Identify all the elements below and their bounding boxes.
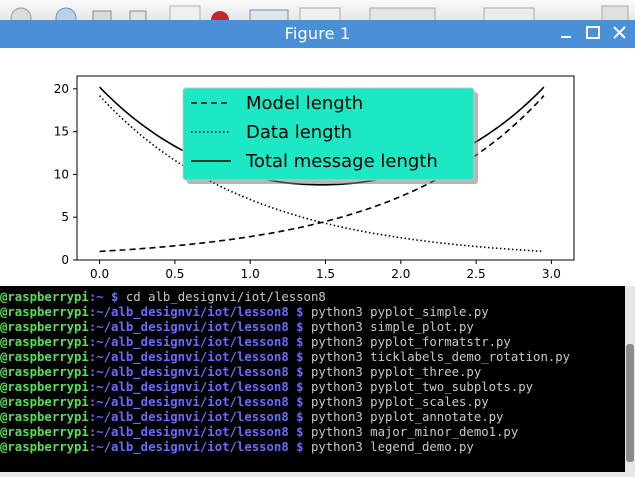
terminal-command: python3 legend_demo.py [303,440,474,454]
x-tick-label: 0.5 [165,267,184,281]
window-thumb[interactable] [249,9,289,20]
terminal-command: python3 ticklabels_demo_rotation.py [303,350,571,364]
terminal-command: cd alb_designvi/iot/lesson8 [118,290,326,304]
terminal-command: python3 pyplot_two_subplots.py [303,380,534,394]
app-icon[interactable] [169,5,201,20]
folder-icon[interactable] [92,10,112,20]
y-tick-label: 5 [61,210,69,224]
window-titlebar[interactable]: Figure 1 [0,20,635,48]
terminal-line: @raspberrypi:~/alb_designvi/iot/lesson8 … [0,305,489,320]
terminal-line: @raspberrypi:~/alb_designvi/iot/lesson8 … [0,365,481,380]
terminal-prompt-path: :~/alb_designvi/iot/lesson8 $ [88,305,304,319]
terminal-user: @raspberrypi [0,410,89,424]
window-thumb[interactable] [299,7,341,20]
x-tick-label: 1.0 [241,267,260,281]
legend-label: Model length [246,93,363,114]
terminal-line: @raspberrypi:~ $ cd alb_designvi/iot/les… [0,290,326,305]
terminal-bottom-edge [0,472,635,477]
terminal-icon[interactable] [129,10,147,20]
terminal-line: @raspberrypi:~/alb_designvi/iot/lesson8 … [0,380,533,395]
terminal-command: python3 pyplot_simple.py [303,305,489,319]
maximize-icon [586,26,600,39]
minimize-button[interactable] [556,24,576,42]
terminal-line: @raspberrypi:~/alb_designvi/iot/lesson8 … [0,410,503,425]
terminal-user: @raspberrypi [0,320,89,334]
terminal-user: @raspberrypi [0,290,89,304]
terminal-prompt-path: :~/alb_designvi/iot/lesson8 $ [88,425,304,439]
terminal-line: @raspberrypi:~/alb_designvi/iot/lesson8 … [0,320,474,335]
globe-icon[interactable] [55,7,77,20]
terminal-prompt-path: :~/alb_designvi/iot/lesson8 $ [88,440,304,454]
terminal-user: @raspberrypi [0,365,89,379]
terminal-prompt-path: :~/alb_designvi/iot/lesson8 $ [88,335,304,349]
terminal-line: @raspberrypi:~/alb_designvi/iot/lesson8 … [0,425,518,440]
terminal-prompt-path: :~ $ [88,290,119,304]
window-thumb[interactable] [483,7,535,20]
terminal-user: @raspberrypi [0,440,89,454]
close-icon [613,26,626,39]
terminal-user: @raspberrypi [0,335,89,349]
y-tick-label: 0 [61,253,69,267]
terminal-line: @raspberrypi:~/alb_designvi/iot/lesson8 … [0,395,489,410]
x-tick-label: 3.0 [542,267,561,281]
y-tick-label: 10 [54,167,69,181]
x-tick-label: 2.5 [467,267,486,281]
terminal-command: python3 pyplot_annotate.py [303,410,504,424]
terminal-scrollbar-thumb[interactable] [626,344,634,462]
terminal-command: python3 simple_plot.py [303,320,474,334]
app-red-icon[interactable] [211,11,229,20]
terminal-prompt-path: :~/alb_designvi/iot/lesson8 $ [88,320,304,334]
figure-canvas: 0.0 0.5 1.0 1.5 2.0 2.5 3.0 0 5 10 15 20 Model leng… [0,48,635,286]
y-tick-label: 15 [54,125,69,139]
terminal-command: python3 major_minor_demo1.py [303,425,519,439]
terminal-command: python3 pyplot_three.py [303,365,482,379]
terminal-line: @raspberrypi:~/alb_designvi/iot/lesson8 … [0,350,570,365]
terminal-command: python3 pyplot_scales.py [303,395,489,409]
maximize-button[interactable] [583,24,603,42]
x-tick-label: 1.5 [316,267,335,281]
window-title: Figure 1 [284,24,351,43]
desktop-icon[interactable] [10,7,32,20]
terminal-window[interactable]: @raspberrypi:~ $ cd alb_designvi/iot/les… [0,286,635,477]
x-tick-label: 0.0 [90,267,109,281]
x-tick-label: 2.0 [391,267,410,281]
terminal-prompt-path: :~/alb_designvi/iot/lesson8 $ [88,365,304,379]
terminal-user: @raspberrypi [0,395,89,409]
chart: 0.0 0.5 1.0 1.5 2.0 2.5 3.0 0 5 10 15 20 Model leng… [54,75,575,281]
terminal-user: @raspberrypi [0,305,89,319]
terminal-prompt-path: :~/alb_designvi/iot/lesson8 $ [88,350,304,364]
window-thumb[interactable] [369,7,436,20]
window-thumb[interactable] [601,5,629,20]
terminal-user: @raspberrypi [0,425,89,439]
legend-label: Data length [246,122,352,143]
terminal-line: @raspberrypi:~/alb_designvi/iot/lesson8 … [0,335,511,350]
terminal-prompt-path: :~/alb_designvi/iot/lesson8 $ [88,395,304,409]
desktop-icons [10,5,629,20]
terminal-user: @raspberrypi [0,350,89,364]
terminal-line: @raspberrypi:~/alb_designvi/iot/lesson8 … [0,440,474,455]
y-tick-label: 20 [54,82,69,96]
terminal-user: @raspberrypi [0,380,89,394]
desktop-strip [0,0,635,21]
terminal-prompt-path: :~/alb_designvi/iot/lesson8 $ [88,380,304,394]
minimize-icon [561,36,571,38]
terminal-scrollbar[interactable] [625,286,635,477]
close-button[interactable] [610,24,630,42]
terminal-prompt-path: :~/alb_designvi/iot/lesson8 $ [88,410,304,424]
legend-label: Total message length [245,151,438,172]
terminal-command: python3 pyplot_formatstr.py [303,335,511,349]
